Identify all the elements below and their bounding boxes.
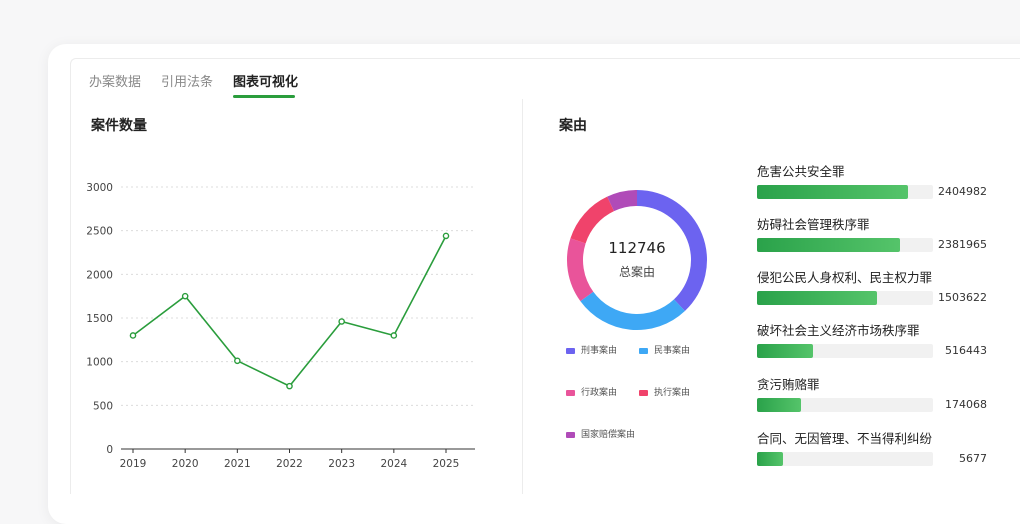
y-tick-label: 500 <box>93 400 113 412</box>
legend-item[interactable]: 刑事案由 <box>566 343 617 356</box>
tab-cited-laws[interactable]: 引用法条 <box>161 71 213 90</box>
cause-ranking-item[interactable]: 侵犯公民人身权利、民主权力罪 1503622 <box>757 267 997 305</box>
x-tick-label: 2022 <box>276 458 303 470</box>
y-tick-label: 3000 <box>86 182 113 194</box>
legend-item[interactable]: 国家赔偿案由 <box>566 427 635 440</box>
legend-label: 执行案由 <box>654 388 691 398</box>
tab-chart-visualization[interactable]: 图表可视化 <box>233 71 298 90</box>
data-point[interactable] <box>442 232 450 240</box>
active-tab-indicator <box>233 95 295 98</box>
donut-center-label: 总案由 <box>618 265 655 279</box>
case-cause-title: 案由 <box>559 118 587 134</box>
cause-bar-track <box>757 238 933 252</box>
cause-value: 1503622 <box>938 291 987 304</box>
legend-label: 国家赔偿案由 <box>581 430 636 440</box>
cause-bar-track <box>757 185 933 199</box>
legend-swatch <box>566 347 575 354</box>
y-tick-label: 1000 <box>86 357 113 369</box>
cause-value: 5677 <box>959 452 987 465</box>
donut-total-value: 112746 <box>608 239 666 257</box>
cause-name: 贪污贿赂罪 <box>757 377 820 392</box>
legend-item[interactable]: 行政案由 <box>566 385 617 398</box>
cause-ranking-item[interactable]: 破坏社会主义经济市场秩序罪 516443 <box>757 320 997 358</box>
legend-swatch <box>566 389 575 396</box>
cause-bar-fill <box>757 398 801 412</box>
data-point[interactable] <box>234 357 241 365</box>
case-count-series-line <box>132 235 447 388</box>
case-count-line-chart: 0 500 1000 1500 2000 2500 3000 2019 2020 2021 2022… <box>86 182 475 470</box>
cause-value: 174068 <box>945 398 987 411</box>
legend-label: 民事案由 <box>654 346 691 356</box>
donut-slice[interactable] <box>580 291 685 330</box>
cause-bar-fill <box>757 344 814 358</box>
cause-ranking-item[interactable]: 危害公共安全罪 2404982 <box>757 161 997 199</box>
x-tick-label: 2020 <box>172 458 199 470</box>
cause-bar-track <box>757 344 933 358</box>
legend-item[interactable]: 执行案由 <box>639 385 690 398</box>
x-tick-label: 2024 <box>380 458 407 470</box>
cause-ranking-item[interactable]: 合同、无因管理、不当得利纠纷 5677 <box>757 428 997 466</box>
donut-slice[interactable] <box>570 196 615 244</box>
cause-value: 516443 <box>945 344 987 357</box>
cause-name: 危害公共安全罪 <box>757 164 845 179</box>
y-tick-label: 2500 <box>86 226 113 238</box>
legend-swatch <box>639 389 648 396</box>
case-cause-panel: 案由 112746 总案由 刑事案由 民事案由行政案由 执行案由国家赔偿案由 危害公… <box>522 99 1020 494</box>
data-point[interactable] <box>181 292 189 300</box>
legend-item[interactable]: 民事案由 <box>639 343 690 356</box>
cause-bar-track <box>757 398 933 412</box>
cause-bar-fill <box>757 452 784 466</box>
donut-center: 112746 总案由 <box>577 239 697 280</box>
legend-label: 刑事案由 <box>581 346 618 356</box>
cause-ranking-item[interactable]: 妨碍社会管理秩序罪 2381965 <box>757 214 997 252</box>
cause-bar-fill <box>757 238 900 252</box>
x-tick-label: 2019 <box>120 458 147 470</box>
cause-bar-track <box>757 452 933 466</box>
cause-name: 破坏社会主义经济市场秩序罪 <box>757 323 920 338</box>
data-point[interactable] <box>129 332 137 339</box>
data-point[interactable] <box>286 382 293 390</box>
tab-bar: 办案数据 引用法条 图表可视化 <box>70 58 1020 100</box>
cause-name: 合同、无因管理、不当得利纠纷 <box>757 431 933 446</box>
legend-label: 行政案由 <box>581 388 618 398</box>
data-point[interactable] <box>338 318 345 325</box>
cause-bar-fill <box>757 291 877 305</box>
cause-name: 侵犯公民人身权利、民主权力罪 <box>757 270 933 285</box>
legend-swatch <box>566 431 575 438</box>
cause-name: 妨碍社会管理秩序罪 <box>757 217 870 232</box>
cause-ranking-item[interactable]: 贪污贿赂罪 174068 <box>757 374 997 412</box>
case-count-panel: 案件数量 0 500 1000 1500 2000 2500 3000 2019 2020 202… <box>70 99 523 494</box>
cause-value: 2404982 <box>938 185 987 198</box>
cause-bar-fill <box>757 185 909 199</box>
tab-case-data[interactable]: 办案数据 <box>89 71 141 90</box>
x-tick-label: 2023 <box>328 458 355 470</box>
x-tick-label: 2021 <box>224 458 251 470</box>
legend-swatch <box>639 347 648 354</box>
y-tick-label: 0 <box>106 444 113 456</box>
data-point[interactable] <box>390 332 398 339</box>
x-tick-label: 2025 <box>433 458 460 470</box>
y-tick-label: 2000 <box>86 269 113 281</box>
cause-value: 2381965 <box>938 238 987 251</box>
cause-bar-track <box>757 291 933 305</box>
y-tick-label: 1500 <box>86 313 113 325</box>
